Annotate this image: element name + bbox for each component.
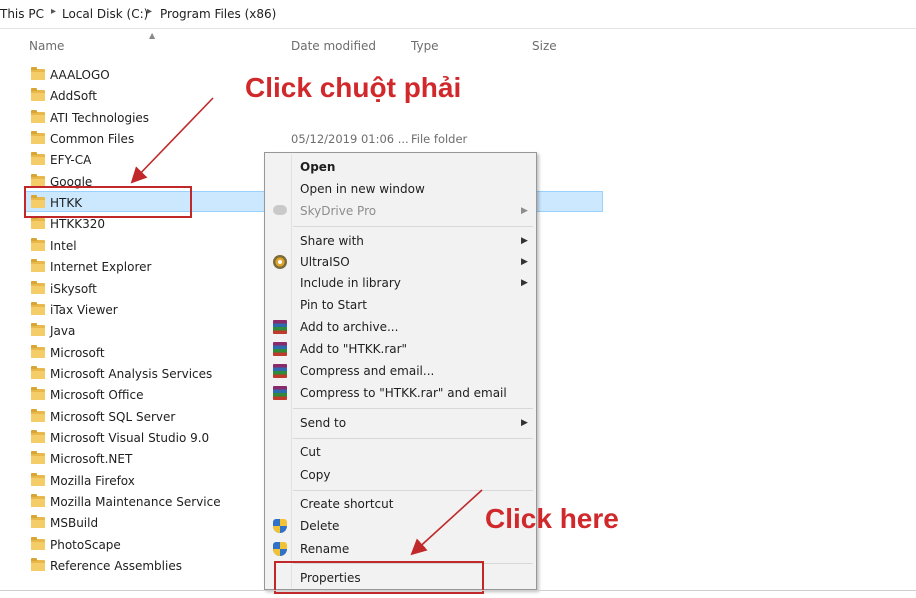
window-bottom-border xyxy=(0,590,916,591)
annotation-arrows xyxy=(130,97,483,556)
arrow-to-htkk xyxy=(130,97,214,184)
arrow-to-properties xyxy=(410,489,483,556)
